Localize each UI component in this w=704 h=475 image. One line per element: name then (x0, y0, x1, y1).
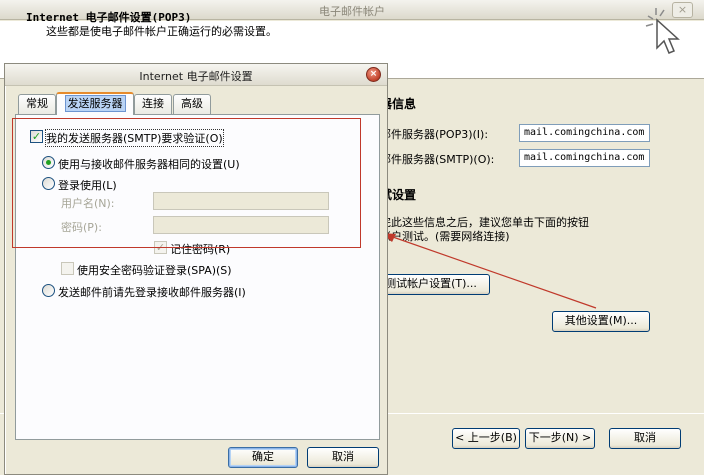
tab-general[interactable]: 常规 (18, 94, 56, 114)
spa-label: 使用安全密码验证登录(SPA)(S) (77, 264, 232, 277)
tab-outgoing-server[interactable]: 发送服务器 (56, 92, 134, 115)
back-button[interactable]: < 上一步(B) (452, 428, 520, 449)
wizard-cursor-icon (645, 8, 680, 54)
dialog-close-button[interactable]: × (366, 67, 381, 82)
annotation-arrow (382, 233, 597, 309)
wizard-cancel-button[interactable]: 取消 (609, 428, 681, 449)
tab-advanced[interactable]: 高级 (173, 94, 211, 114)
dialog-title: Internet 电子邮件设置 (139, 70, 253, 83)
incoming-server-input[interactable]: mail.comingchina.com (519, 124, 650, 142)
tab-general-label: 常规 (26, 97, 48, 110)
outgoing-server-label: 邮件服务器(SMTP)(O): (380, 153, 495, 166)
wizard-header-subtitle: 这些都是使电子邮件帐户正确运行的必需设置。 (46, 25, 277, 38)
dialog-ok-button[interactable]: 确定 (228, 447, 298, 468)
annotation-highlight-box (12, 118, 361, 248)
next-button[interactable]: 下一步(N) > (525, 428, 595, 449)
dialog-cancel-button[interactable]: 取消 (307, 447, 379, 468)
outgoing-server-input[interactable]: mail.comingchina.com (519, 149, 650, 167)
login-before-send-label: 发送邮件前请先登录接收邮件服务器(I) (58, 286, 246, 299)
tab-connection-label: 连接 (142, 97, 164, 110)
tab-outgoing-server-label: 发送服务器 (64, 95, 126, 112)
tab-advanced-label: 高级 (181, 97, 203, 110)
spa-checkbox[interactable] (61, 262, 74, 275)
incoming-server-label: 邮件服务器(POP3)(I): (380, 128, 489, 141)
login-before-send-radio[interactable] (42, 284, 55, 297)
tab-connection[interactable]: 连接 (134, 94, 172, 114)
